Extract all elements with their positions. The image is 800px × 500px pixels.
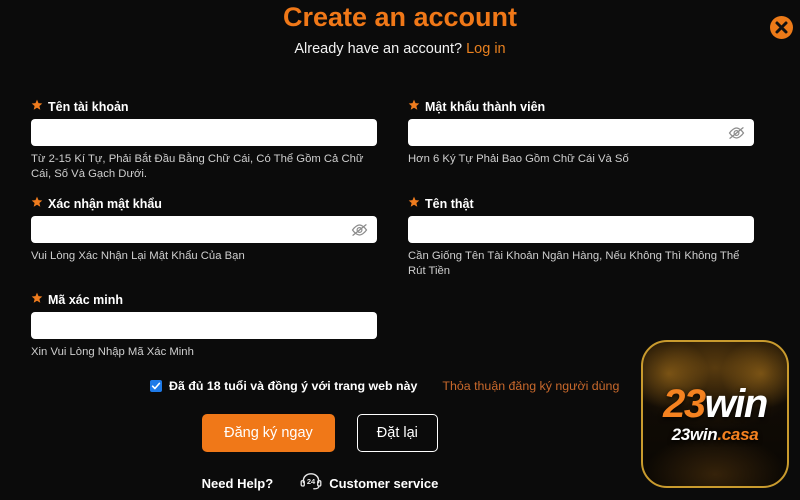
brand-logo-sub: 23win.casa [672,425,759,444]
field-label-password: Mật khẩu thành viên [408,99,754,114]
field-username: Tên tài khoản Từ 2-15 Kí Tự, Phải Bắt Đầ… [31,99,377,181]
brand-logo-main: 23win [663,382,769,426]
brand-logo-sub-part2: .casa [717,425,759,444]
star-icon [408,99,420,114]
customer-service-link[interactable]: 24 Customer service [300,472,438,495]
verify-code-input[interactable] [31,312,377,339]
login-prompt: Already have an account? Log in [0,41,800,57]
footer: Need Help? 24 Customer service [0,472,640,495]
field-hint-password: Hơn 6 Ký Tự Phải Bao Gồm Chữ Cái Và Số [408,153,629,165]
field-confirm-password: Xác nhận mật khẩu Vui Lòng Xác Nhận Lại … [31,196,377,264]
field-password: Mật khẩu thành viên Hơn 6 Ký Tự Phải Bao… [408,99,754,167]
input-wrap-password[interactable] [408,119,754,146]
brand-logo-main-part1: 23 [663,382,706,426]
field-hint-verify-code: Xin Vui Lòng Nhập Mã Xác Minh [31,346,194,358]
register-modal: Create an account Already have an accoun… [0,0,800,500]
brand-logo-badge: 23win 23win.casa [641,340,789,488]
input-wrap-verify-code[interactable] [31,312,377,339]
star-icon [31,196,43,211]
action-buttons: Đăng ký ngay Đặt lại [0,414,640,452]
headset-24-icon: 24 [300,472,322,495]
field-label-text: Xác nhận mật khẩu [48,196,162,211]
reset-button[interactable]: Đặt lại [356,414,438,452]
close-button[interactable] [770,16,793,39]
agreement-text: Đã đủ 18 tuổi và đồng ý với trang web nà… [169,379,418,393]
eye-slash-icon[interactable] [728,126,745,140]
customer-service-label: Customer service [329,476,439,491]
real-name-input[interactable] [408,216,754,243]
field-verify-code: Mã xác minh Xin Vui Lòng Nhập Mã Xác Min… [31,292,377,360]
field-label-username: Tên tài khoản [31,99,377,114]
field-label-text: Mật khẩu thành viên [425,99,546,114]
age-agreement-checkbox[interactable] [150,380,162,392]
login-prompt-text: Already have an account? [294,41,463,57]
need-help-link[interactable]: Need Help? [202,476,274,491]
field-label-text: Tên thật [425,196,474,211]
username-input[interactable] [31,119,377,146]
brand-logo-main-part2: win [704,382,769,426]
password-input[interactable] [408,119,754,146]
eye-slash-icon[interactable] [351,223,368,237]
star-icon [31,99,43,114]
field-label-confirm-password: Xác nhận mật khẩu [31,196,377,211]
input-wrap-confirm-password[interactable] [31,216,377,243]
login-link[interactable]: Log in [466,41,506,57]
close-circle-icon [770,16,793,39]
input-wrap-username[interactable] [31,119,377,146]
user-agreement-link[interactable]: Thỏa thuận đăng ký người dùng [442,379,619,393]
headset-badge-text: 24 [307,477,316,486]
field-label-text: Mã xác minh [48,292,124,307]
page-title: Create an account [282,2,518,32]
brand-logo-sub-part1: 23win [671,425,718,444]
star-icon [31,292,43,307]
input-wrap-real-name[interactable] [408,216,754,243]
agreement-row: Đã đủ 18 tuổi và đồng ý với trang web nà… [150,379,619,393]
confirm-password-input[interactable] [31,216,377,243]
field-label-text: Tên tài khoản [48,99,129,114]
field-label-real-name: Tên thật [408,196,754,211]
field-hint-username: Từ 2-15 Kí Tự, Phải Bắt Đầu Bằng Chữ Cái… [31,153,364,180]
field-hint-real-name: Cần Giống Tên Tài Khoản Ngân Hàng, Nếu K… [408,250,740,277]
star-icon [408,196,420,211]
field-real-name: Tên thật Cần Giống Tên Tài Khoản Ngân Hà… [408,196,754,278]
register-button[interactable]: Đăng ký ngay [202,414,335,452]
field-label-verify-code: Mã xác minh [31,292,377,307]
field-hint-confirm-password: Vui Lòng Xác Nhận Lại Mật Khẩu Của Bạn [31,250,245,262]
